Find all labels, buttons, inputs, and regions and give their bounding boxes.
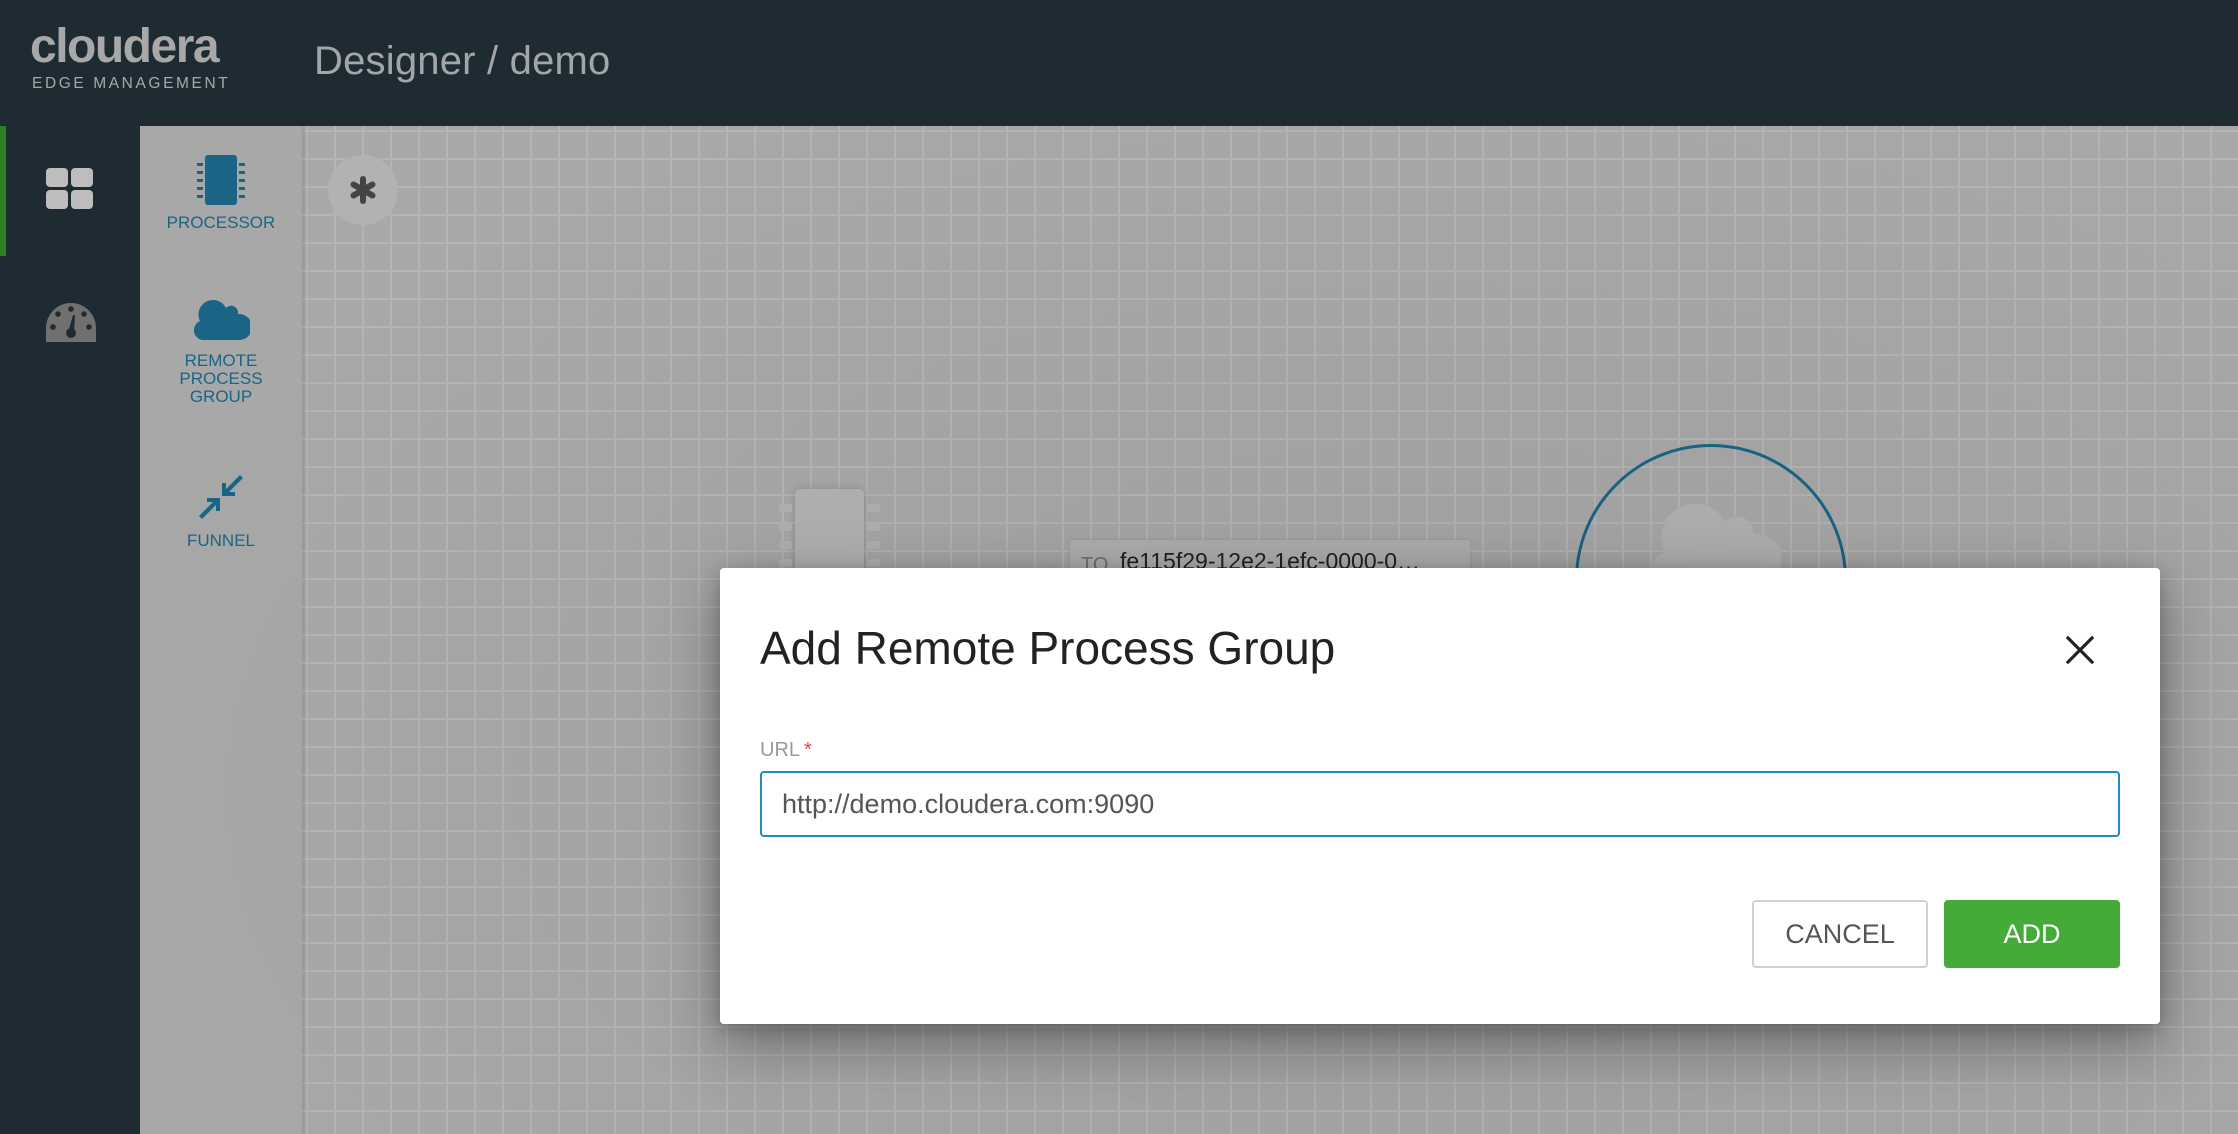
processor-pin	[779, 541, 792, 549]
grid-icon	[46, 168, 93, 209]
tool-funnel[interactable]: FUNNEL	[140, 474, 302, 550]
logo-subtitle: EDGE MANAGEMENT	[32, 75, 231, 92]
breadcrumb-title: Designer / demo	[314, 39, 611, 83]
dialog-title: Add Remote Process Group	[760, 622, 1336, 674]
funnel-arrows-icon	[199, 475, 243, 519]
processor-pin	[779, 523, 792, 531]
url-input[interactable]	[760, 771, 2120, 837]
tool-label-line: GROUP	[189, 387, 253, 406]
add-button[interactable]: ADD	[1944, 900, 2120, 968]
url-field-label: URL *	[760, 738, 812, 762]
asterisk-icon	[350, 176, 376, 204]
left-nav	[0, 126, 140, 1134]
processor-node[interactable]	[795, 489, 864, 579]
processor-pin	[779, 504, 792, 512]
tool-label-line: PROCESS	[179, 369, 263, 388]
nav-item-monitor[interactable]	[0, 276, 140, 376]
cloud-icon	[193, 299, 250, 340]
tool-remote-process-group[interactable]: REMOTE PROCESS GROUP	[140, 296, 302, 406]
processor-pin	[867, 523, 880, 531]
top-header: cloudera EDGE MANAGEMENT Designer / demo	[0, 0, 2238, 126]
tool-label: FUNNEL	[186, 531, 255, 550]
add-remote-process-group-dialog: Add Remote Process Group URL* CANCEL ADD	[720, 568, 2160, 1024]
tool-label-line: REMOTE	[184, 351, 258, 370]
gauge-icon	[46, 303, 96, 342]
url-label-text: URL	[760, 739, 801, 761]
tool-label: PROCESSOR	[166, 213, 276, 232]
processor-pin	[779, 559, 792, 567]
component-toolbox: PROCESSOR REMOTE PROCESS GROUP FUNNEL	[140, 126, 302, 1134]
logo-wordmark[interactable]: cloudera	[30, 22, 220, 72]
dialog-close-button[interactable]	[2060, 630, 2100, 670]
processor-pin	[867, 559, 880, 567]
nav-item-dashboard[interactable]	[0, 141, 140, 241]
processor-pin	[867, 541, 880, 549]
close-icon	[2066, 636, 2094, 664]
processor-chip-icon	[197, 155, 245, 205]
processor-pin	[867, 504, 880, 512]
cancel-button[interactable]: CANCEL	[1752, 900, 1928, 968]
global-menu-button[interactable]	[328, 155, 398, 225]
tool-processor[interactable]: PROCESSOR	[140, 154, 302, 232]
required-marker: *	[804, 739, 812, 761]
